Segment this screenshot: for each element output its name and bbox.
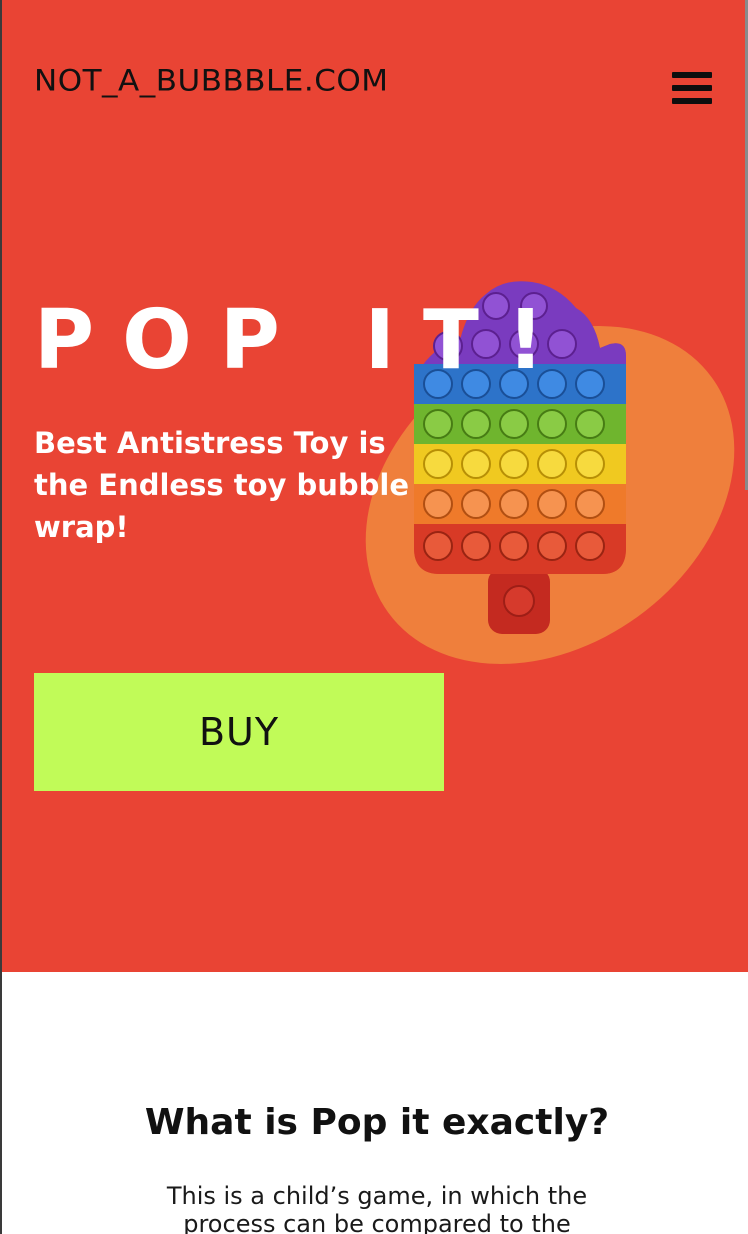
about-title: What is Pop it exactly? — [144, 1102, 610, 1143]
hero-subtitle: Best Antistress Toy is the Endless toy b… — [34, 426, 410, 544]
window-left-border — [0, 0, 2, 1234]
buy-button[interactable]: BUY — [34, 673, 444, 791]
site-logo[interactable]: NOT_A_BUBBBLE.COM — [34, 64, 389, 98]
hero-title: POP IT! — [34, 293, 573, 388]
hamburger-menu-icon[interactable] — [672, 70, 712, 106]
hero-section: NOT_A_BUBBBLE.COM POP IT! Best Antistres… — [0, 0, 748, 972]
about-text: This is a child’s game, in which the pro… — [166, 1182, 588, 1234]
page: NOT_A_BUBBBLE.COM POP IT! Best Antistres… — [0, 0, 748, 1234]
site-header — [0, 0, 748, 205]
